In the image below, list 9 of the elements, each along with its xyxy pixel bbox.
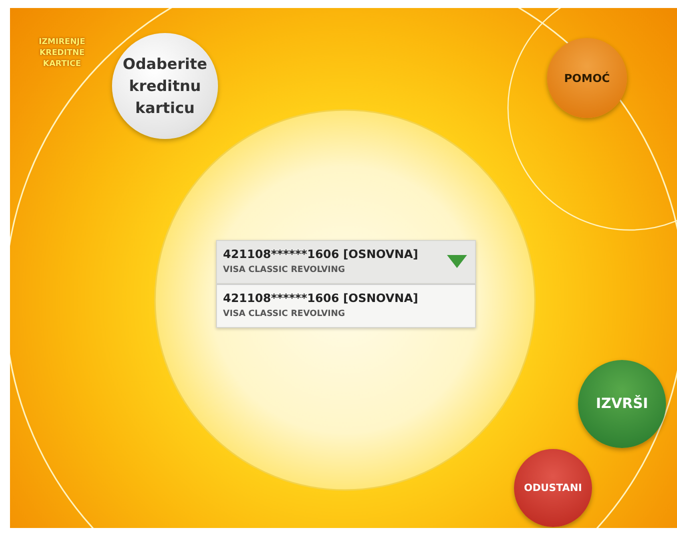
help-button[interactable]: POMOĆ xyxy=(547,38,627,118)
card-dropdown[interactable]: 421108******1606 [OSNOVNA] VISA CLASSIC REVOLVING xyxy=(216,240,476,284)
cancel-button[interactable]: ODUSTANI xyxy=(514,449,592,527)
caret-icon xyxy=(447,255,467,268)
prompt-bubble: Odaberite kreditnu karticu xyxy=(112,33,218,139)
card-number: 421108******1606 [OSNOVNA] xyxy=(223,246,418,263)
card-product: VISA CLASSIC REVOLVING xyxy=(223,264,346,277)
card-option[interactable]: 421108******1606 [OSNOVNA] VISA CLASSIC REVOLVING xyxy=(216,284,476,328)
section-title: IZMIRENJE KREDITNE KARTICE xyxy=(38,36,86,69)
